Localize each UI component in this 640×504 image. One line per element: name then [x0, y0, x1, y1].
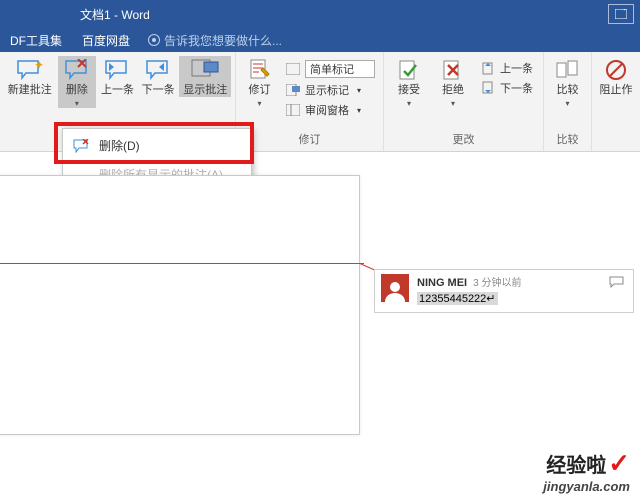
ribbon-display-options-icon[interactable]: [608, 4, 634, 24]
menu-item-delete[interactable]: 删除(D): [63, 131, 251, 160]
reject-icon: [439, 58, 467, 82]
check-icon: ✓: [608, 448, 630, 478]
comment-balloon[interactable]: NING MEI 3 分钟以前 12355445222↵: [374, 269, 634, 313]
track-icon: [246, 58, 274, 82]
compare-button[interactable]: 比较 ▾: [548, 56, 587, 108]
speech-left-icon: [103, 58, 131, 82]
new-comment-button[interactable]: ✦ 新建批注: [4, 56, 56, 97]
tab-baidu-netdisk[interactable]: 百度网盘: [72, 28, 140, 52]
review-pane-icon: [285, 102, 301, 118]
comment-text: 12355445222↵: [417, 292, 498, 305]
comment-connector: [0, 263, 364, 264]
speech-right-icon: [144, 58, 172, 82]
tab-pdf-tools[interactable]: DF工具集: [0, 28, 72, 52]
reply-icon[interactable]: [609, 274, 627, 288]
chevron-down-icon: ▾: [407, 99, 411, 108]
group-changes: 接受 ▾ 拒绝 ▾ 上一条 下一条 更改: [384, 52, 544, 151]
previous-comment-button[interactable]: 上一条: [98, 56, 137, 97]
doc-down-icon: [480, 80, 496, 96]
comment-author: NING MEI: [417, 277, 467, 289]
block-icon: [602, 58, 630, 82]
reviewing-pane-button[interactable]: 审阅窗格▾: [281, 100, 379, 120]
chevron-down-icon: ▾: [257, 99, 261, 108]
show-comments-button[interactable]: 显示批注: [179, 56, 231, 97]
group-changes-label: 更改: [384, 129, 543, 151]
chevron-down-icon: ▾: [451, 99, 455, 108]
next-comment-button[interactable]: 下一条: [139, 56, 178, 97]
chevron-down-icon: ▾: [565, 99, 569, 108]
doc-up-icon: [480, 60, 496, 76]
chevron-down-icon: ▾: [75, 99, 79, 108]
group-tracking: 修订 ▾ 简单标记 显示标记▾ 审阅窗格▾ 修订: [236, 52, 384, 151]
group-protect: 阻止作: [592, 52, 640, 151]
tell-me-label: 告诉我您想要做什么...: [164, 32, 282, 49]
track-changes-button[interactable]: 修订 ▾: [240, 56, 279, 108]
speech-x-icon: [73, 138, 91, 154]
reject-button[interactable]: 拒绝 ▾: [432, 56, 474, 108]
next-change-button[interactable]: 下一条: [476, 78, 537, 98]
display-for-review-select[interactable]: 简单标记: [281, 58, 379, 80]
lightbulb-icon: [148, 34, 160, 46]
page[interactable]: [0, 175, 360, 435]
group-compare: 比较 ▾ 比较: [544, 52, 592, 151]
speech-x-icon: [63, 58, 91, 82]
compare-icon: [554, 58, 582, 82]
title-bar: 文档1 - Word: [0, 0, 640, 28]
show-markup-icon: [285, 82, 301, 98]
group-compare-label: 比较: [544, 129, 591, 151]
group-tracking-label: 修订: [236, 129, 383, 151]
comment-time: 3 分钟以前: [473, 274, 521, 289]
watermark: 经验啦✓ jingyanla.com: [543, 448, 630, 494]
accept-button[interactable]: 接受 ▾: [388, 56, 430, 108]
avatar: [381, 274, 409, 302]
delete-comment-button[interactable]: 删除 ▾: [58, 56, 97, 108]
show-comments-icon: [191, 58, 219, 82]
speech-plus-icon: ✦: [16, 58, 44, 82]
block-authors-button[interactable]: 阻止作: [596, 56, 636, 97]
accept-icon: [395, 58, 423, 82]
markup-icon: [285, 61, 301, 77]
svg-text:✦: ✦: [34, 59, 44, 72]
show-markup-button[interactable]: 显示标记▾: [281, 80, 379, 100]
window-title: 文档1 - Word: [80, 6, 150, 23]
tell-me[interactable]: 告诉我您想要做什么...: [148, 32, 282, 49]
ribbon-tabs: DF工具集 百度网盘 告诉我您想要做什么...: [0, 28, 640, 52]
previous-change-button[interactable]: 上一条: [476, 58, 537, 78]
